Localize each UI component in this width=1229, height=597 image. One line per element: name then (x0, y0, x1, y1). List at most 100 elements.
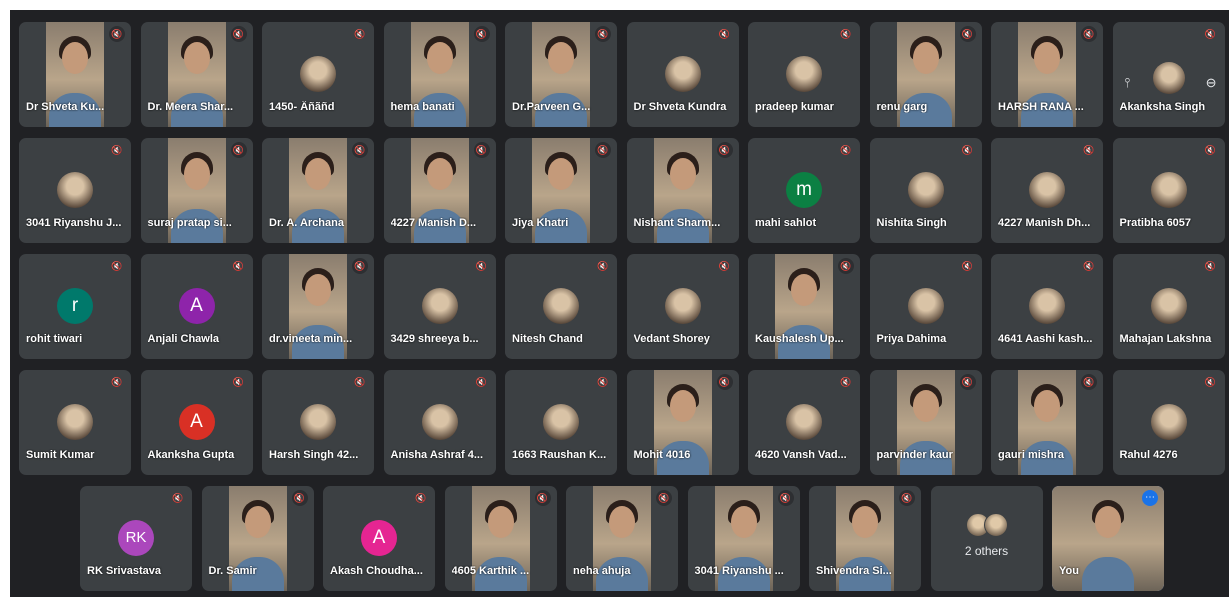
participant-name: Shivendra Si... (816, 565, 892, 577)
mic-off-icon: 🔇 (838, 258, 854, 274)
participant-name: Dr. Samir (208, 565, 257, 577)
person-head (548, 158, 574, 190)
participant-tile[interactable]: 🔇 Mohit 4016 (626, 370, 739, 475)
profile-photo (57, 404, 93, 440)
participant-tile[interactable]: 🔇 Nitesh Chand (505, 254, 617, 359)
pin-icon[interactable]: ⫯ (1125, 68, 1131, 98)
mic-off-icon: 🔇 (716, 142, 733, 158)
letter-avatar: r (57, 288, 93, 324)
participant-name: neha ahuja (573, 565, 631, 577)
mic-off-icon: 🔇 (354, 377, 366, 387)
participant-name: 1663 Raushan K... (512, 449, 607, 461)
participant-tile[interactable]: 🔇 1663 Raushan K... (505, 370, 617, 475)
participant-tile[interactable]: 🔇 3041 Riyanshu ... (687, 486, 800, 591)
person-head (791, 274, 817, 306)
mic-off-icon: 🔇 (475, 377, 488, 387)
letter-avatar: RK (118, 520, 154, 556)
participant-tile[interactable]: 🔇 Dr. Samir (201, 486, 314, 591)
participant-name: Priya Dahima (876, 333, 947, 345)
participant-tile[interactable]: 🔇 neha ahuja (566, 486, 678, 591)
participant-tile[interactable]: ⫯ ⊖ 🔇 Akanksha Singh (1112, 22, 1225, 127)
participant-name: 4227 Manish D... (390, 217, 477, 229)
participant-name: Harsh Singh 42... (269, 449, 359, 461)
participant-tile[interactable]: RK 🔇 RK Srivastava (80, 486, 192, 591)
participant-tile[interactable]: 🔇 Anisha Ashraf 4... (383, 370, 496, 475)
participant-tile[interactable]: 🔇 Dr Shveta Kundra (626, 22, 739, 127)
participant-tile[interactable]: 🔇 3429 shreeya b... (383, 254, 496, 359)
participant-name: Dr Shveta Ku... (26, 101, 105, 113)
mic-off-icon: 🔇 (1083, 145, 1095, 155)
participant-tile[interactable]: ⋯ You (1052, 486, 1164, 591)
participant-name: Pratibha 6057 (1119, 217, 1192, 229)
participant-tile[interactable]: 🔇 Dr.Parveen G... (505, 22, 617, 127)
participant-tile[interactable]: 🔇 hema banati (383, 22, 496, 127)
mic-off-icon: 🔇 (230, 26, 247, 42)
participant-tile[interactable]: 🔇 Jiya Khatri (505, 138, 617, 243)
participant-tile[interactable]: 🔇 Dr Shveta Ku... (19, 22, 131, 127)
profile-photo (300, 404, 336, 440)
tile-hover-controls: ⫯ ⊖ (1125, 62, 1217, 98)
participant-tile[interactable]: 🔇 suraj pratap si... (140, 138, 253, 243)
participant-tile[interactable]: 🔇 4620 Vansh Vad... (748, 370, 860, 475)
participant-name: hema banati (390, 101, 455, 113)
participant-tile[interactable]: 🔇 Pratibha 6057 (1112, 138, 1225, 243)
participant-tile[interactable]: 🔇 4605 Karthik ... (444, 486, 557, 591)
participant-tile[interactable]: 🔇 Priya Dahima (869, 254, 982, 359)
participant-tile[interactable]: 🔇 pradeep kumar (748, 22, 860, 127)
participant-tile[interactable]: 🔇 4227 Manish Dh... (991, 138, 1103, 243)
participant-tile[interactable]: m 🔇 mahi sahlot (748, 138, 860, 243)
letter-avatar: m (786, 172, 822, 208)
remove-icon[interactable]: ⊖ (1206, 68, 1217, 98)
profile-photo (1150, 288, 1187, 324)
participant-tile[interactable]: A 🔇 Anjali Chawla (140, 254, 253, 359)
participant-tile[interactable]: 🔇 Kaushalesh Up... (748, 254, 860, 359)
participant-tile[interactable]: 2 others (930, 486, 1043, 591)
participant-tile[interactable]: 🔇 Nishant Sharm... (626, 138, 739, 243)
participant-tile[interactable]: A 🔇 Akash Choudha... (323, 486, 435, 591)
participant-tile[interactable]: 🔇 Mahajan Lakshna (1112, 254, 1225, 359)
participant-tile[interactable]: 🔇 Harsh Singh 42... (262, 370, 374, 475)
person-head (487, 506, 514, 538)
others-count-label: 2 others (964, 544, 1009, 558)
participant-name: Akash Choudha... (330, 565, 423, 577)
participant-tile[interactable]: 🔇 Shivendra Si... (809, 486, 921, 591)
letter-avatar: A (178, 404, 215, 440)
participant-tile[interactable]: 🔇 3041 Riyanshu J... (19, 138, 131, 243)
profile-photo (543, 288, 579, 324)
participant-tile[interactable]: 🔇 Dr. A. Archana (262, 138, 374, 243)
mic-off-icon: 🔇 (1204, 145, 1217, 155)
participant-tile[interactable]: 🔇 Rahul 4276 (1112, 370, 1225, 475)
participant-tile[interactable]: 🔇 1450- Âñãñd (262, 22, 374, 127)
mic-off-icon: 🔇 (232, 377, 245, 387)
participant-tile[interactable]: 🔇 Dr. Meera Shar... (140, 22, 253, 127)
participant-tile[interactable]: 🔇 HARSH RANA ... (991, 22, 1103, 127)
participant-name: Akanksha Gupta (147, 449, 235, 461)
mic-off-icon: 🔇 (1204, 29, 1217, 39)
participant-tile[interactable]: 🔇 renu garg (869, 22, 982, 127)
participant-tile[interactable]: A 🔇 Akanksha Gupta (140, 370, 253, 475)
participant-tile[interactable]: 🔇 gauri mishra (991, 370, 1103, 475)
person-head (244, 506, 271, 538)
person-head (1034, 390, 1060, 422)
person-head (183, 42, 210, 74)
participant-tile[interactable]: 🔇 4641 Aashi kash... (991, 254, 1103, 359)
participant-tile[interactable]: 🔇 Nishita Singh (869, 138, 982, 243)
mic-off-icon: 🔇 (291, 490, 308, 506)
participant-name: 3429 shreeya b... (390, 333, 479, 345)
participant-tile[interactable]: r 🔇 rohit tiwari (19, 254, 131, 359)
participant-tile[interactable]: 🔇 Sumit Kumar (19, 370, 131, 475)
more-options-icon[interactable]: ⋯ (1142, 490, 1158, 506)
participant-tile[interactable]: 🔇 dr.vineeta min... (262, 254, 374, 359)
participant-name: parvinder kaur (876, 449, 953, 461)
profile-photo (543, 404, 579, 440)
mic-off-icon: 🔇 (1081, 26, 1097, 42)
participant-name: RK Srivastava (87, 565, 161, 577)
participant-tile[interactable]: 🔇 Vedant Shorey (626, 254, 739, 359)
participant-name: 4641 Aashi kash... (998, 333, 1093, 345)
letter-avatar: A (361, 520, 397, 556)
participant-name: pradeep kumar (755, 101, 834, 113)
mic-off-icon: 🔇 (840, 29, 852, 39)
participant-tile[interactable]: 🔇 parvinder kaur (869, 370, 982, 475)
profile-photo (1029, 172, 1065, 208)
participant-tile[interactable]: 🔇 4227 Manish D... (383, 138, 496, 243)
